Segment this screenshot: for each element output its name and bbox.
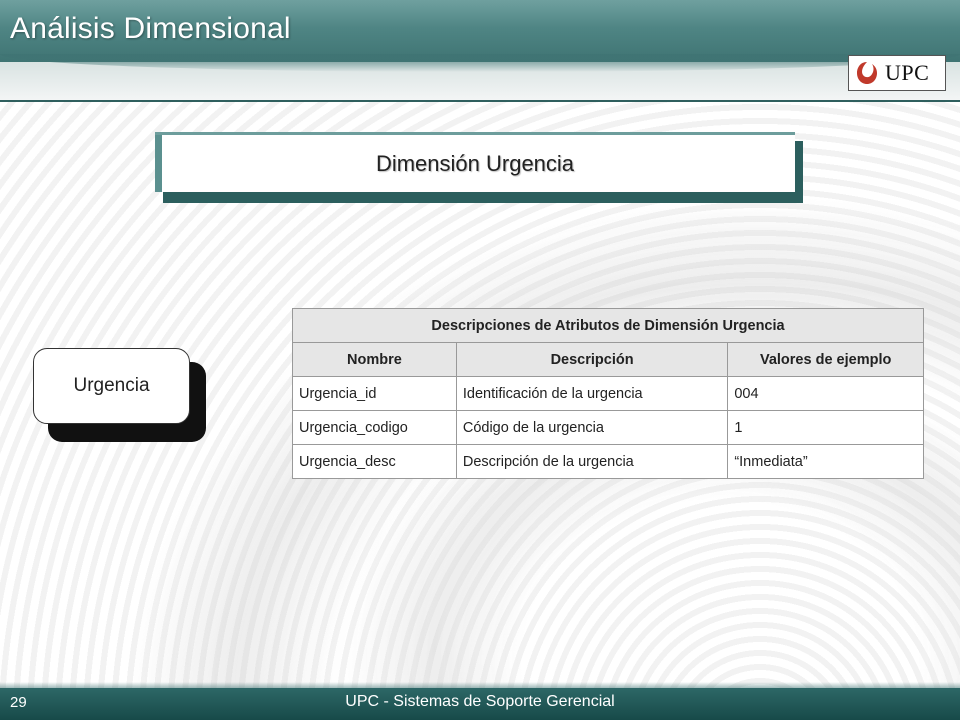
logo-text: UPC: [885, 60, 930, 85]
attributes-table: Descripciones de Atributos de Dimensión …: [292, 308, 924, 479]
section-title-box: Dimensión Urgencia: [155, 132, 795, 192]
upc-emblem-icon: [857, 62, 877, 84]
section-title: Dimensión Urgencia: [375, 150, 575, 176]
cell-valor: 004: [727, 376, 924, 411]
table-row: Urgencia_id Identificación de la urgenci…: [292, 376, 924, 411]
table-caption-row: Descripciones de Atributos de Dimensión …: [292, 308, 924, 343]
table-row: Urgencia_desc Descripción de la urgencia…: [292, 444, 924, 479]
cell-nombre: Urgencia_desc: [292, 444, 457, 479]
upc-logo: UPC: [848, 55, 946, 91]
cell-nombre: Urgencia_codigo: [292, 410, 457, 445]
cell-nombre: Urgencia_id: [292, 376, 457, 411]
cell-descripcion: Identificación de la urgencia: [455, 376, 729, 411]
cell-descripcion: Descripción de la urgencia: [455, 444, 729, 479]
page-title: Análisis Dimensional: [10, 12, 291, 45]
column-header-nombre: Nombre: [292, 342, 457, 377]
column-header-valores: Valores de ejemplo: [727, 342, 924, 377]
table-row: Urgencia_codigo Código de la urgencia 1: [292, 410, 924, 445]
cell-valor: “Inmediata”: [727, 444, 924, 479]
footer-text: UPC - Sistemas de Soporte Gerencial: [345, 693, 615, 710]
entity-label: Urgencia: [73, 375, 150, 396]
table-caption: Descripciones de Atributos de Dimensión …: [292, 308, 924, 343]
column-header-descripcion: Descripción: [455, 342, 729, 377]
cell-valor: 1: [727, 410, 924, 445]
header-fold: [0, 54, 960, 102]
table-header-row: Nombre Descripción Valores de ejemplo: [292, 342, 924, 377]
entity-box: Urgencia: [33, 348, 190, 424]
cell-descripcion: Código de la urgencia: [455, 410, 729, 445]
